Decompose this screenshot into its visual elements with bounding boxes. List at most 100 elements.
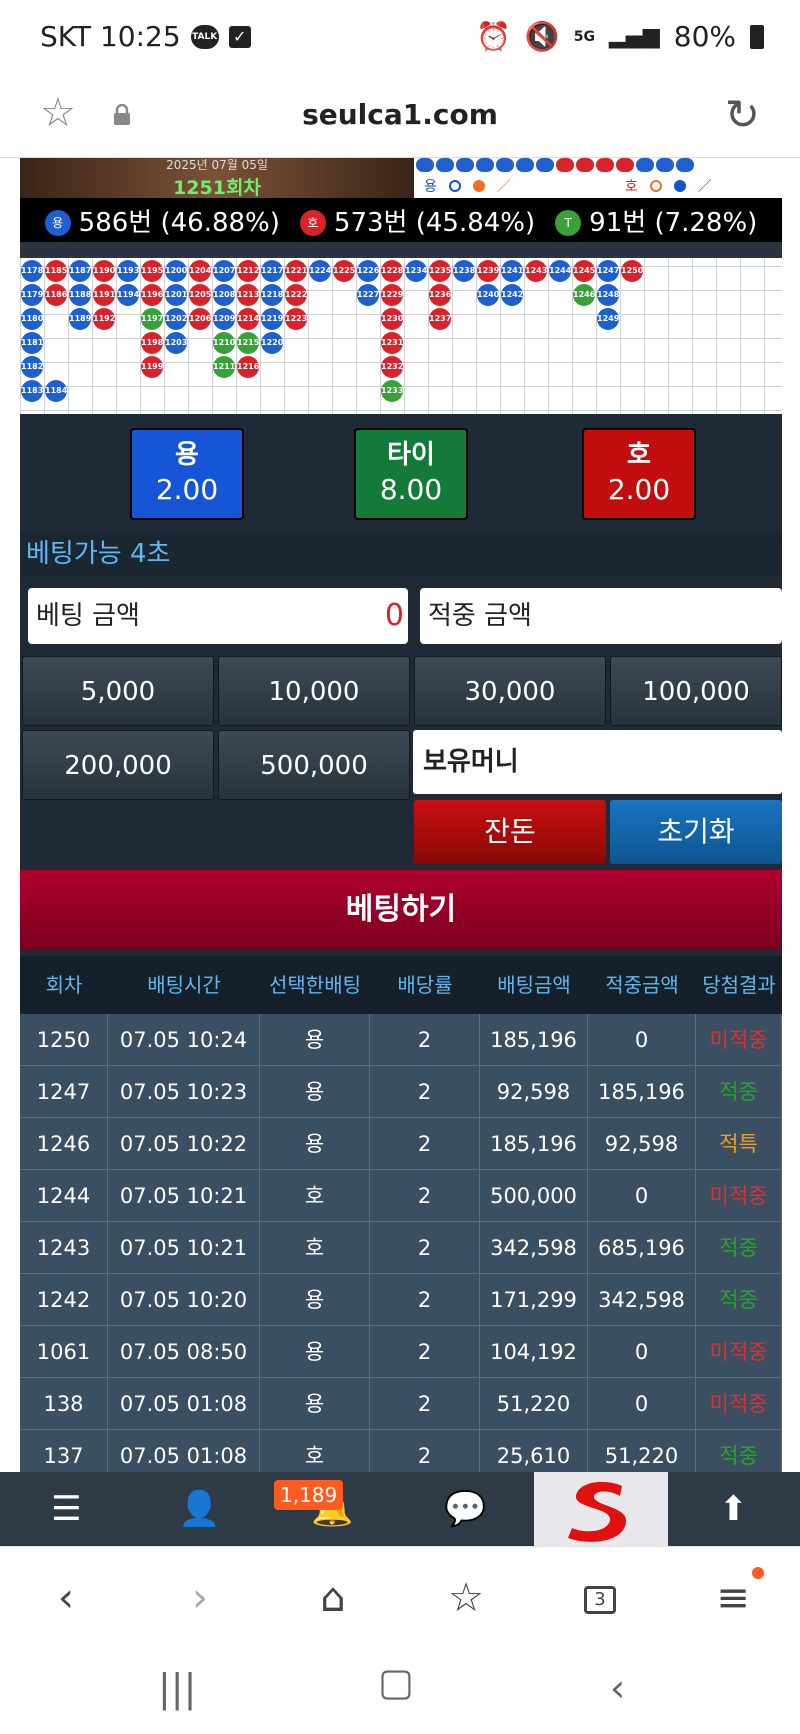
browser-menu-icon[interactable]: ≡ (703, 1571, 763, 1625)
bead-cell: 1220 (261, 332, 283, 354)
table-cell: 적중 (696, 1222, 782, 1273)
stat-dragon: 용 586번 (46.88%) (44, 202, 280, 239)
table-row: 1243 07.05 10:21 호 2 342,598 685,196 적중 (20, 1222, 782, 1274)
table-cell: 2 (370, 1274, 480, 1325)
bead-cell: 1244 (549, 260, 571, 282)
chat-icon[interactable]: 💬 (399, 1472, 532, 1546)
url-text[interactable]: seulca1.com (0, 98, 800, 131)
tie-odds-button[interactable]: 타이 8.00 (354, 428, 468, 520)
result-stats: 용 586번 (46.88%) 호 573번 (45.84%) T 91번 (7.28… (20, 198, 782, 242)
home-nav-icon[interactable]: ▢ (378, 1660, 414, 1704)
mini-result-dot (536, 158, 554, 172)
table-cell: 용 (260, 1326, 370, 1377)
back-icon[interactable]: ‹ (36, 1571, 96, 1625)
stat-dragon-value: 586번 (46.88%) (78, 207, 280, 238)
bead-cell: 1243 (525, 260, 547, 282)
table-cell: 1242 (20, 1274, 108, 1325)
menu-icon[interactable]: ☰ (0, 1472, 133, 1546)
browser-url-bar: ☆ seulca1.com ↻ (0, 76, 800, 158)
forward-icon[interactable]: › (170, 1571, 230, 1625)
column-header: 배팅금액 (497, 973, 571, 997)
table-cell: 342,598 (480, 1222, 588, 1273)
home-icon[interactable]: ⌂ (303, 1571, 363, 1625)
bead-cell: 1187 (69, 260, 91, 282)
table-cell: 07.05 01:08 (108, 1430, 260, 1472)
user-icon[interactable]: 👤 (133, 1472, 266, 1546)
back-nav-icon[interactable]: ‹ (610, 1666, 625, 1710)
table-cell: 185,196 (480, 1118, 588, 1169)
chip-100000-button[interactable]: 100,000 (610, 656, 782, 726)
bead-cell: 1236 (429, 284, 451, 306)
dragon-odds-button[interactable]: 용 2.00 (130, 428, 244, 520)
bead-cell: 1227 (357, 284, 379, 306)
table-cell: 51,220 (588, 1430, 696, 1472)
bead-cell: 1242 (501, 284, 523, 306)
site-logo-icon (568, 1481, 627, 1542)
bead-cell: 1212 (237, 260, 259, 282)
bead-cell: 1196 (141, 284, 163, 306)
bead-cell: 1203 (165, 332, 187, 354)
browser-toolbar: ‹ › ⌂ ☆ 3 ≡ (0, 1546, 800, 1646)
table-row: 1246 07.05 10:22 용 2 185,196 92,598 적특 (20, 1118, 782, 1170)
alarm-icon: ⏰ (476, 20, 511, 53)
chip-500000-button[interactable]: 500,000 (218, 730, 410, 800)
table-cell: 1247 (20, 1066, 108, 1117)
mini-result-dot (596, 158, 614, 172)
chip-10000-button[interactable]: 10,000 (218, 656, 410, 726)
recents-icon[interactable]: ||| (158, 1666, 196, 1710)
place-bet-button[interactable]: 베팅하기 (20, 870, 782, 950)
reload-icon[interactable]: ↻ (725, 90, 760, 139)
table-body: 1250 07.05 10:24 용 2 185,196 0 미적중 1247 07.05 10… (20, 1014, 782, 1472)
bead-cell: 1247 (597, 260, 619, 282)
bead-cell: 1200 (165, 260, 187, 282)
bead-cell: 1245 (573, 260, 595, 282)
board-header-strip (20, 242, 782, 258)
site-logo[interactable] (534, 1472, 668, 1546)
bookmarks-icon[interactable]: ☆ (436, 1571, 496, 1625)
bead-cell: 1224 (309, 260, 331, 282)
table-cell: 미적중 (696, 1326, 782, 1377)
tiger-odds-label: 호 (627, 440, 651, 470)
legend-circle-icon (649, 180, 662, 192)
table-cell: 07.05 10:20 (108, 1274, 260, 1325)
bead-cell: 1214 (237, 308, 259, 330)
bead-cell: 1225 (333, 260, 355, 282)
table-cell: 342,598 (588, 1274, 696, 1325)
site-bottom-nav: ☰ 👤 🔔 1,189 💬 ⬆ (0, 1472, 800, 1546)
mini-result-dot (436, 158, 454, 172)
carrier-time: SKT 10:25 (40, 20, 181, 53)
table-cell: 07.05 10:24 (108, 1014, 260, 1065)
bead-cell: 1205 (189, 284, 211, 306)
game-date: 2025년 07월 05일 (166, 158, 268, 172)
table-cell: 07.05 08:50 (108, 1326, 260, 1377)
table-cell: 07.05 01:08 (108, 1378, 260, 1429)
table-row: 1061 07.05 08:50 용 2 104,192 0 미적중 (20, 1326, 782, 1378)
reset-button[interactable]: 초기화 (610, 800, 782, 864)
bead-cell: 1204 (189, 260, 211, 282)
scroll-top-icon[interactable]: ⬆ (667, 1472, 800, 1546)
dragon-odds-label: 용 (175, 440, 199, 470)
mini-result-dot (456, 158, 474, 172)
balance-button[interactable]: 잔돈 (414, 800, 606, 864)
bead-cell: 1202 (165, 308, 187, 330)
bead-cell: 1180 (21, 308, 43, 330)
tiger-odds-button[interactable]: 호 2.00 (582, 428, 696, 520)
table-cell: 2 (370, 1378, 480, 1429)
bet-amount-field[interactable]: 베팅 금액 0 (28, 588, 408, 644)
bead-cell: 1218 (261, 284, 283, 306)
bead-cell: 1178 (21, 260, 43, 282)
dragon-dot-icon: 용 (44, 210, 71, 236)
chip-5000-button[interactable]: 5,000 (22, 656, 214, 726)
checkbox-notification-icon: ✓ (228, 25, 251, 48)
table-cell: 07.05 10:21 (108, 1170, 260, 1221)
chip-30000-button[interactable]: 30,000 (414, 656, 606, 726)
wallet-balance: 보유머니 (413, 730, 782, 794)
tabs-icon[interactable]: 3 (570, 1571, 630, 1625)
table-cell: 용 (260, 1014, 370, 1065)
tie-odds-label: 타이 (387, 440, 435, 470)
legend-dot-icon (673, 180, 686, 192)
column-header: 회차 (45, 973, 83, 997)
table-cell: 1244 (20, 1170, 108, 1221)
bead-cell: 1246 (573, 284, 595, 306)
chip-200000-button[interactable]: 200,000 (22, 730, 214, 800)
